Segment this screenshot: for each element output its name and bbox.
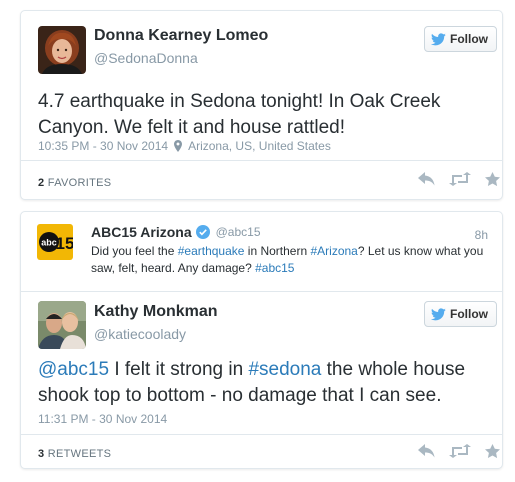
author-handle[interactable]: @katiecoolady <box>94 326 186 342</box>
favorite-star-icon[interactable] <box>485 444 500 458</box>
tweet-card-kathy: abc 15 ABC15 Arizona @abc15 8h Did you f… <box>20 211 503 469</box>
hashtag-earthquake[interactable]: #earthquake <box>178 244 245 258</box>
mention-abc15[interactable]: @abc15 <box>38 359 109 380</box>
follow-label: Follow <box>450 32 488 46</box>
embedded-author-handle: @abc15 <box>215 225 261 239</box>
twitter-bird-icon <box>431 32 446 45</box>
logo-text: abc <box>41 238 57 248</box>
author-name[interactable]: Donna Kearney Lomeo <box>94 27 268 45</box>
tweet-text: @abc15 I felt it strong in #sedona the w… <box>38 359 466 406</box>
favorites-stat[interactable]: 2 FAVORITES <box>38 177 111 189</box>
embedded-author[interactable]: ABC15 Arizona @abc15 <box>91 224 261 240</box>
author-name[interactable]: Kathy Monkman <box>94 303 218 321</box>
divider <box>21 160 502 161</box>
follow-label: Follow <box>450 307 488 321</box>
divider <box>21 434 502 435</box>
embedded-author-name: ABC15 Arizona <box>91 224 192 240</box>
reply-icon[interactable] <box>418 444 435 458</box>
tweet-actions <box>418 172 500 186</box>
favorite-star-icon[interactable] <box>485 172 500 186</box>
location[interactable]: Arizona, US, United States <box>188 139 331 153</box>
embedded-tweet-abc15[interactable]: abc 15 ABC15 Arizona @abc15 8h Did you f… <box>21 212 502 292</box>
tweet-card-donna: Donna Kearney Lomeo @SedonaDonna Follow … <box>20 10 503 200</box>
timestamp[interactable]: 11:31 PM - 30 Nov 2014 <box>38 412 167 426</box>
follow-button[interactable]: Follow <box>424 26 497 52</box>
retweets-count: 3 <box>38 448 45 460</box>
follow-button[interactable]: Follow <box>424 301 497 327</box>
retweet-icon[interactable] <box>449 444 471 458</box>
twitter-bird-icon <box>431 307 446 320</box>
tweet-meta: 11:31 PM - 30 Nov 2014 <box>38 412 167 426</box>
location-pin-icon <box>174 140 183 152</box>
logo-number: 15 <box>56 234 73 253</box>
verified-badge-icon <box>195 225 210 239</box>
avatar-donna[interactable] <box>38 26 86 74</box>
avatar-kathy[interactable] <box>38 301 86 349</box>
reply-icon[interactable] <box>418 172 435 186</box>
author-handle[interactable]: @SedonaDonna <box>94 50 198 66</box>
timestamp[interactable]: 10:35 PM - 30 Nov 2014 <box>38 139 168 153</box>
retweet-icon[interactable] <box>449 172 471 186</box>
retweets-stat[interactable]: 3 RETWEETS <box>38 448 111 460</box>
tweet-meta: 10:35 PM - 30 Nov 2014 Arizona, US, Unit… <box>38 139 331 153</box>
hashtag-sedona[interactable]: #sedona <box>248 359 321 380</box>
favorites-count: 2 <box>38 177 45 189</box>
abc15-logo[interactable]: abc 15 <box>37 224 73 260</box>
hashtag-abc15[interactable]: #abc15 <box>255 261 294 275</box>
tweet-actions <box>418 444 500 458</box>
embedded-time[interactable]: 8h <box>475 228 488 242</box>
tweet-text: 4.7 earthquake in Sedona tonight! In Oak… <box>38 91 441 138</box>
hashtag-arizona[interactable]: #Arizona <box>310 244 357 258</box>
embedded-text: Did you feel the #earthquake in Northern… <box>91 244 484 275</box>
favorites-label: FAVORITES <box>47 177 112 189</box>
retweets-label: RETWEETS <box>47 448 112 460</box>
